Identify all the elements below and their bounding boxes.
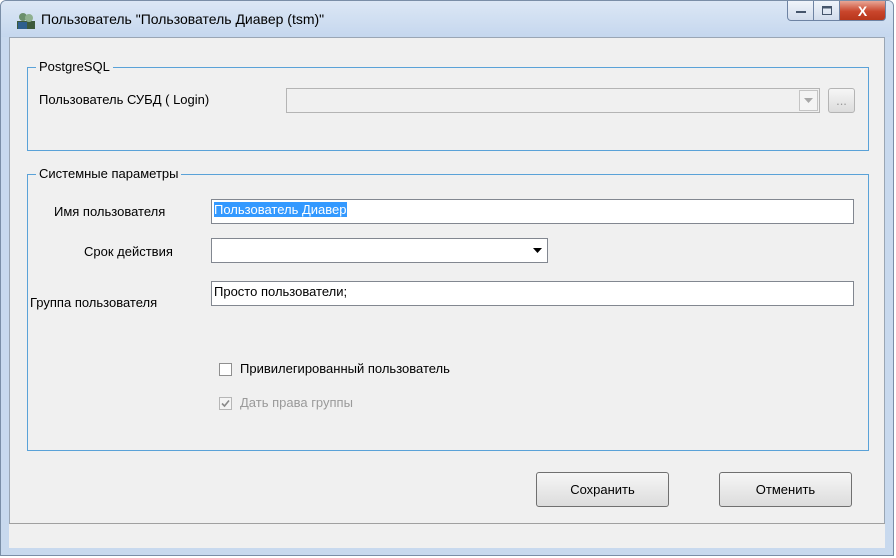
privileged-user-label: Привилегированный пользователь: [240, 361, 450, 376]
username-input[interactable]: Пользователь Диавер: [211, 199, 854, 224]
system-params-legend: Системные параметры: [36, 166, 182, 181]
dialog-client-area: PostgreSQL Пользователь СУБД ( Login) ..…: [9, 37, 885, 548]
save-button[interactable]: Сохранить: [536, 472, 669, 507]
system-params-group: Системные параметры Имя пользователя Пол…: [27, 166, 869, 451]
expiry-label: Срок действия: [84, 244, 173, 259]
user-group-value: Просто пользователи;: [214, 284, 348, 299]
dbms-login-label: Пользователь СУБД ( Login): [39, 92, 210, 107]
checkmark-icon: [221, 399, 230, 408]
group-rights-label: Дать права группы: [240, 395, 353, 410]
minimize-icon: [795, 10, 806, 13]
username-label: Имя пользователя: [54, 204, 166, 219]
status-bar: [9, 523, 885, 548]
expiry-dropdown-button[interactable]: [527, 239, 547, 262]
dbms-login-combobox[interactable]: [286, 88, 820, 113]
browse-login-button[interactable]: ...: [828, 88, 855, 113]
browse-login-label: ...: [836, 93, 847, 108]
user-group-label: Группа пользователя: [30, 295, 158, 310]
save-button-label: Сохранить: [570, 482, 635, 497]
minimize-button[interactable]: [787, 1, 814, 21]
user-group-input[interactable]: Просто пользователи;: [211, 281, 854, 306]
privileged-user-checkbox[interactable]: [219, 363, 232, 376]
maximize-button[interactable]: [814, 1, 840, 21]
users-icon: [17, 13, 35, 29]
dropdown-arrow-icon: [804, 98, 813, 103]
maximize-icon: [821, 6, 832, 15]
group-rights-checkbox[interactable]: [219, 397, 232, 410]
expiry-combobox[interactable]: [211, 238, 548, 263]
close-icon: X: [857, 2, 868, 19]
title-bar[interactable]: Пользователь "Пользователь Диавер (tsm)"…: [1, 1, 893, 37]
cancel-button[interactable]: Отменить: [719, 472, 852, 507]
username-value: Пользователь Диавер: [214, 202, 347, 217]
close-button[interactable]: X: [840, 1, 886, 21]
cancel-button-label: Отменить: [755, 482, 816, 497]
user-dialog-window: Пользователь "Пользователь Диавер (tsm)"…: [0, 0, 894, 556]
dbms-login-dropdown-button[interactable]: [799, 90, 818, 111]
postgresql-group: PostgreSQL Пользователь СУБД ( Login) ..…: [27, 59, 869, 151]
dropdown-arrow-icon: [532, 248, 542, 253]
postgresql-legend: PostgreSQL: [36, 59, 113, 74]
window-title: Пользователь "Пользователь Диавер (tsm)": [41, 11, 325, 27]
window-controls: X: [787, 1, 886, 23]
